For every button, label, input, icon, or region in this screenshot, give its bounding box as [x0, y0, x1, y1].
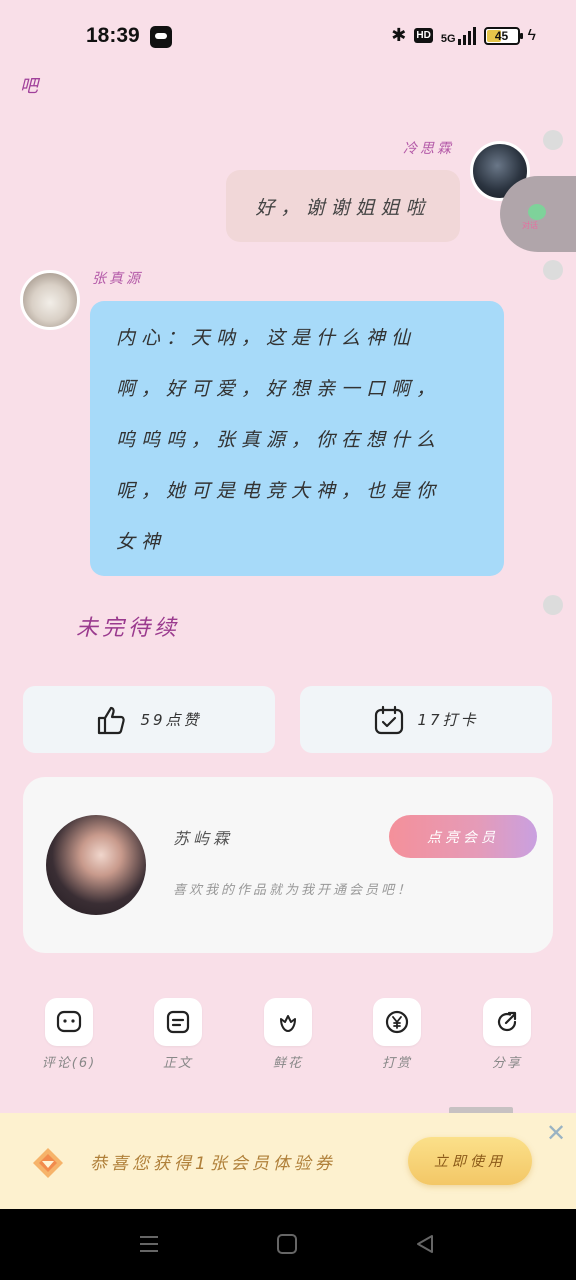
battery-level: 45 [494, 28, 509, 43]
coupon-message: 恭喜您获得1张会员体验券 [90, 1154, 336, 1174]
chat-bubble-right: 好，谢谢姐姐啦 [226, 170, 460, 242]
bubble-line: 内心：天呐，这是什么神仙 [116, 327, 417, 349]
membership-tip: 喜欢我的作品就为我开通会员吧！ [173, 883, 414, 898]
bubble-line: 啊，好可爱，好想亲一口啊， [116, 378, 442, 400]
status-bar: 18:39 ✱ HD 5G 45 ϟ [0, 0, 576, 72]
action-bar: 评论(6) 正文 鲜花 打赏 分享 [0, 998, 576, 1078]
to-be-continued: 未完待续 [76, 616, 181, 641]
share-label: 分享 [491, 1056, 522, 1071]
check-in-button[interactable]: 17打卡 [300, 686, 552, 753]
author-avatar[interactable] [46, 815, 146, 915]
document-icon [154, 998, 202, 1046]
like-button[interactable]: 59点赞 [23, 686, 275, 753]
charging-icon: ϟ [527, 26, 536, 44]
chat-bubble-icon [528, 204, 546, 220]
share-action[interactable]: 分享 [467, 998, 547, 1071]
text-action[interactable]: 正文 [138, 998, 218, 1071]
tip-action[interactable]: 打赏 [357, 998, 437, 1071]
bubble-line: 女神 [116, 531, 167, 553]
author-member-card: 苏屿霖 点亮会员 喜欢我的作品就为我开通会员吧！ [23, 777, 553, 953]
paragraph-comment-dot[interactable] [543, 260, 563, 280]
app-notification-icon [150, 26, 172, 48]
close-icon[interactable]: ✕ [546, 1121, 566, 1145]
network-type: 5G [440, 32, 456, 45]
status-time: 18:39 [86, 24, 140, 47]
yen-icon [373, 998, 421, 1046]
tip-label: 打赏 [381, 1056, 412, 1071]
bubble-line: 呢，她可是电竞大神，也是你 [116, 480, 442, 502]
use-coupon-button[interactable]: 立即使用 [408, 1137, 532, 1185]
like-count: 59点赞 [140, 711, 202, 729]
flower-label: 鲜花 [272, 1056, 303, 1071]
signal-icon: 5G [440, 26, 476, 45]
thumbs-up-icon [96, 704, 128, 736]
author-name[interactable]: 苏屿霖 [173, 825, 233, 849]
comment-icon [45, 998, 93, 1046]
text-label: 正文 [162, 1056, 193, 1071]
status-indicators: ✱ HD 5G 45 ϟ [391, 25, 536, 46]
previous-text-line: 吧 [20, 76, 38, 97]
floating-button-label: 对话 [522, 221, 538, 230]
share-icon [483, 998, 531, 1046]
hd-badge: HD [414, 28, 433, 43]
diamond-icon [30, 1145, 66, 1181]
bluetooth-icon: ✱ [391, 25, 407, 45]
menu-icon[interactable] [138, 1233, 160, 1259]
activate-membership-button[interactable]: 点亮会员 [389, 815, 537, 858]
flower-action[interactable]: 鲜花 [248, 998, 328, 1071]
bubble-line: 呜呜呜，张真源，你在想什么 [116, 429, 442, 451]
battery-icon: 45 [483, 26, 523, 45]
coupon-banner: 恭喜您获得1张会员体验券 立即使用 ✕ [0, 1113, 576, 1209]
home-icon[interactable] [276, 1233, 298, 1259]
sender-name-right: 冷思霖 [403, 141, 454, 157]
calendar-check-icon [373, 704, 405, 736]
check-in-count: 17打卡 [417, 711, 479, 729]
system-navigation-bar [0, 1209, 576, 1280]
flower-icon [264, 998, 312, 1046]
paragraph-comment-dot[interactable] [543, 595, 563, 615]
avatar-left[interactable] [20, 270, 80, 330]
chat-bubble-left: 内心：天呐，这是什么神仙 啊，好可爱，好想亲一口啊， 呜呜呜，张真源，你在想什么… [90, 301, 504, 576]
comment-label: 评论(6) [41, 1056, 97, 1071]
back-icon[interactable] [414, 1233, 436, 1259]
sender-name-left: 张真源 [92, 271, 143, 287]
comment-action[interactable]: 评论(6) [29, 998, 109, 1071]
floating-chat-button[interactable]: 对话 [500, 176, 576, 252]
paragraph-comment-dot[interactable] [543, 130, 563, 150]
